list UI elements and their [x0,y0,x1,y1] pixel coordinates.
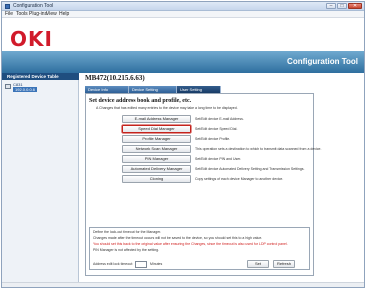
tab-device-info[interactable]: Device Info [85,86,129,93]
refresh-button[interactable]: Refresh [273,260,295,268]
user-setting-panel: Set device address book and profile, etc… [85,93,321,276]
sidebar-header: Registered Device Table [2,73,79,80]
timeout-label: Address edit lock timeout: [93,262,134,266]
speed-dial-manager-button[interactable]: Speed Dial Manager [122,125,191,133]
device-title: MB472(10.215.6.63) [85,74,145,82]
sidebar-title: Registered Device Table [7,74,59,79]
tab-bar: Device Info Device Setting User Setting [85,86,314,93]
menu-view[interactable]: View [46,11,57,18]
automated-delivery-manager-desc: Set/Edit device Automated Delivery Setti… [195,167,305,171]
profile-manager-button[interactable]: Profile Manager [122,135,191,143]
main-panel: MB472(10.215.6.63) Device Info Device Se… [80,73,364,287]
oki-logo: OKI [10,27,53,51]
app-window: Configuration Tool – □ ✕ File Tools Plug… [1,1,365,288]
timeout-note: PIN Manager is not affected by the setti… [93,248,160,252]
email-address-manager-button[interactable]: E-mail Address Manager [122,115,191,123]
timeout-note: Define the lock-out timeout for the Mana… [93,230,162,234]
network-scan-manager-button[interactable]: Network Scan Manager [122,145,191,153]
network-scan-manager-desc: This operation sets a destination to whi… [195,147,322,151]
close-button[interactable]: ✕ [348,3,362,9]
app-header: OKI Configuration Tool [2,18,364,73]
app-icon [5,4,10,9]
title-bar: Configuration Tool – □ ✕ [2,2,364,11]
tab-device-setting[interactable]: Device Setting [129,86,177,93]
tab-user-setting[interactable]: User Setting [177,86,221,93]
printer-icon [5,84,11,89]
timeout-note: Changes made after the timeout occurs wi… [93,236,263,240]
status-bar [2,282,364,287]
menu-tools[interactable]: Tools [16,11,28,18]
section-heading: Set device address book and profile, etc… [89,98,192,104]
timeout-warning: You should set this back to the original… [93,242,288,246]
menu-help[interactable]: Help [59,11,69,18]
set-button[interactable]: Set [247,260,269,268]
window-title: Configuration Tool [13,3,54,9]
email-address-manager-desc: Set/Edit device E-mail Address. [195,117,244,121]
timeout-unit: Minutes [150,262,163,266]
timeout-input[interactable] [135,261,147,268]
profile-manager-desc: Set/Edit device Profile. [195,137,231,141]
automated-delivery-manager-button[interactable]: Automated Delivery Manager [122,165,191,173]
speed-dial-manager-desc: Set/Edit device Speed Dial. [195,127,238,131]
section-description: A Changes that has edited many entries t… [96,106,238,110]
minimize-button[interactable]: – [326,3,336,9]
app-name: Configuration Tool [287,57,358,66]
maximize-button[interactable]: □ [337,3,347,9]
pin-manager-desc: Set/Edit device PIN and User. [195,157,242,161]
lock-timeout-section: Define the lock-out timeout for the Mana… [89,227,310,270]
pin-manager-button[interactable]: PIN Manager [122,155,191,163]
cloning-button[interactable]: Cloning [122,175,191,183]
device-address: 192.0.0.0.6 [13,87,38,92]
menu-bar: File Tools Plug-ins View Help [2,11,364,18]
device-sidebar: Registered Device Table C831 192.0.0.0.6 [2,73,79,287]
cloning-desc: Copy settings of each device Manager to … [195,177,284,181]
device-tree-item[interactable]: C831 192.0.0.0.6 [4,82,77,94]
menu-file[interactable]: File [5,11,13,18]
menu-plugins[interactable]: Plug-ins [29,11,47,18]
